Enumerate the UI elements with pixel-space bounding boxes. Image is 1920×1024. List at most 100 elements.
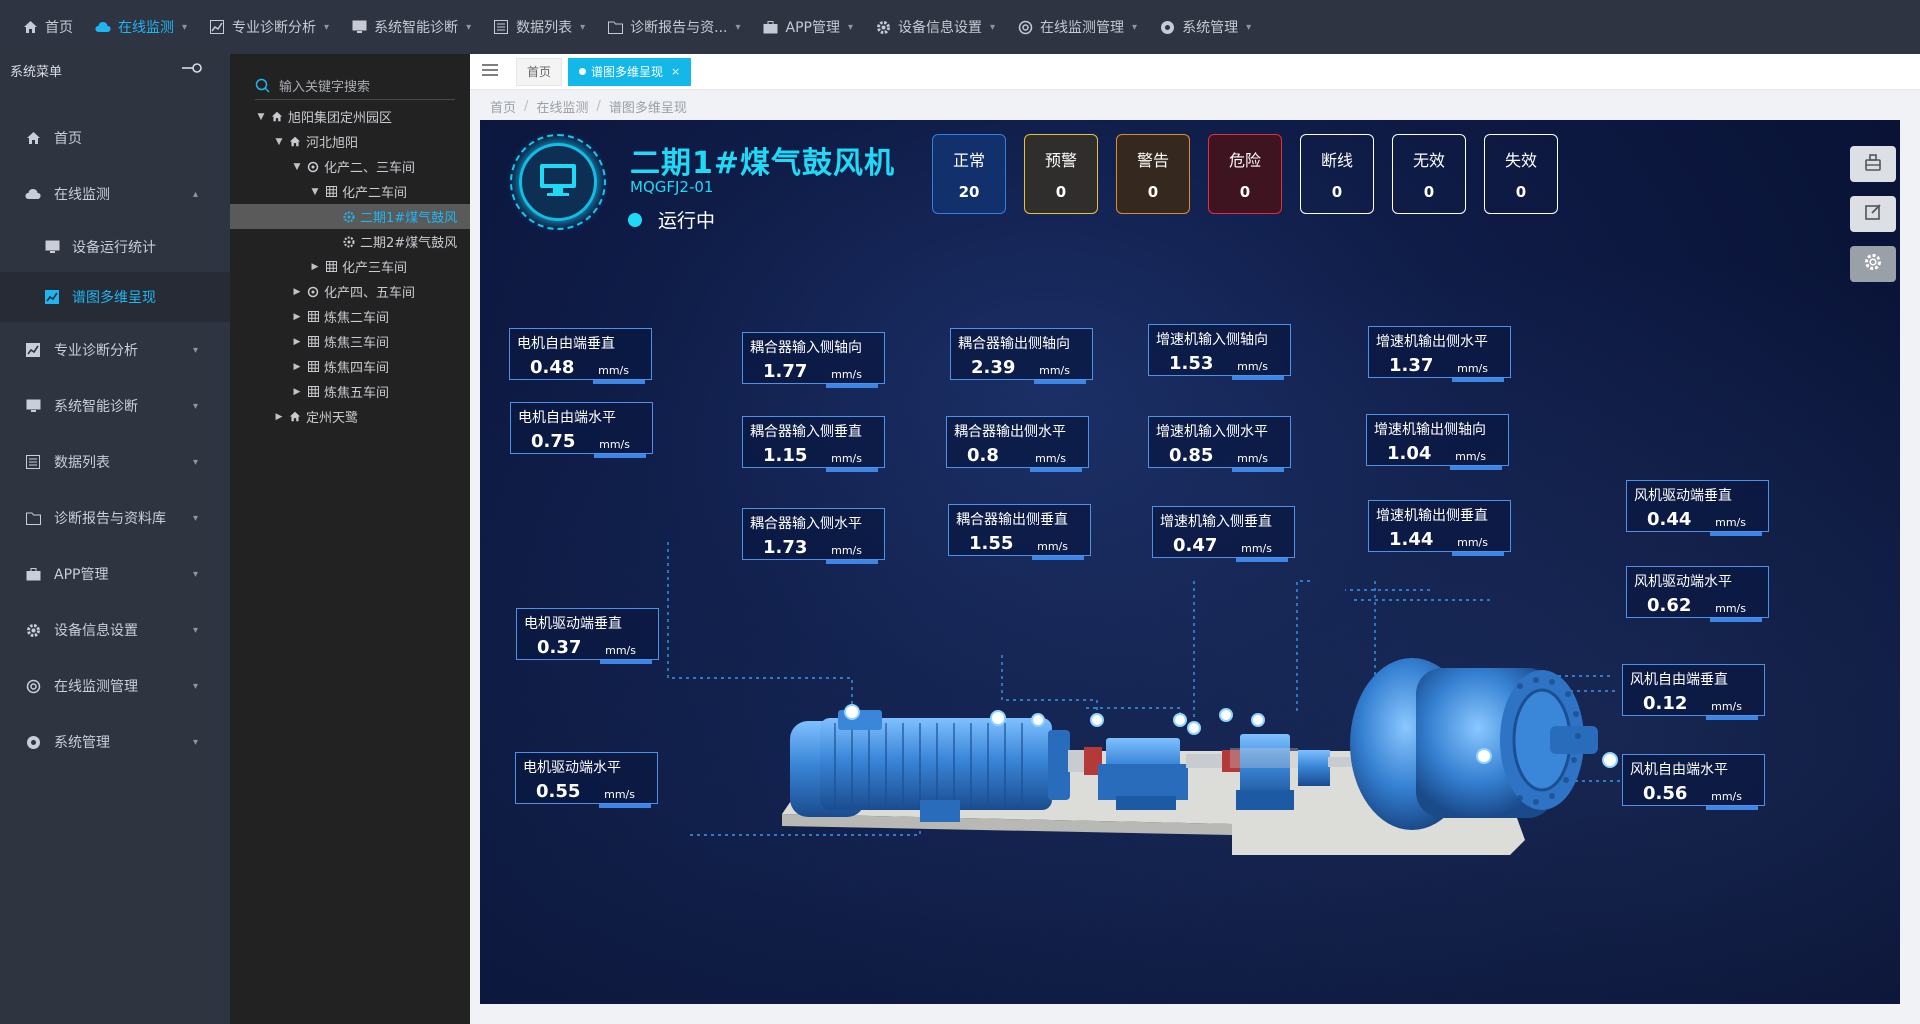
measurement-card[interactable]: 风机自由端垂直 0.12 mm/s [1622, 664, 1765, 720]
measurement-card[interactable]: 风机自由端水平 0.56 mm/s [1622, 754, 1765, 810]
measurement-card[interactable]: 电机自由端垂直 0.48 mm/s [509, 328, 652, 384]
sidebar-item-reports[interactable]: 诊断报告与资料库 ▾ [0, 490, 230, 546]
measurement-card[interactable]: 耦合器输出侧水平 0.8 mm/s [946, 416, 1089, 472]
nav-item-smart-diagnosis[interactable]: 系统智能诊断 ▾ [351, 0, 471, 54]
grid-icon [306, 310, 320, 324]
tree-node-label: 化产二车间 [342, 186, 408, 201]
sidebar-item-online-monitor[interactable]: 在线监测 ▴ [0, 166, 230, 222]
nav-item-system[interactable]: 系统管理 ▾ [1159, 0, 1251, 54]
sidebar-item-spectrum-view[interactable]: 谱图多维呈现 [0, 272, 230, 322]
tree-node[interactable]: ▶ 炼焦五车间 [230, 379, 470, 404]
settings-button[interactable] [1850, 246, 1896, 282]
device-title: 二期1#煤气鼓风机 [630, 146, 896, 181]
caret-down-icon[interactable]: ▼ [255, 112, 267, 122]
tree-node[interactable]: 二期2#煤气鼓风 [230, 229, 470, 254]
caret-right-icon[interactable]: ▶ [291, 362, 303, 372]
measurement-card[interactable]: 耦合器输入侧水平 1.73 mm/s [742, 508, 885, 564]
measurement-unit: mm/s [831, 368, 862, 381]
measurement-card[interactable]: 增速机输入侧水平 0.85 mm/s [1148, 416, 1291, 472]
robot-diagnosis-button[interactable] [1850, 146, 1896, 182]
list-icon [493, 19, 509, 35]
menu-toggle-button[interactable] [470, 54, 510, 90]
caret-right-icon[interactable]: ▶ [309, 262, 321, 272]
settings-icon [24, 677, 42, 695]
measurement-card[interactable]: 风机驱动端垂直 0.44 mm/s [1626, 480, 1769, 536]
tree-node[interactable]: ▼ 旭阳集团定州园区 [230, 104, 470, 129]
measurement-card[interactable]: 耦合器输入侧垂直 1.15 mm/s [742, 416, 885, 472]
measurement-card[interactable]: 耦合器输入侧轴向 1.77 mm/s [742, 332, 885, 388]
tree-node[interactable]: ▼ 河北旭阳 [230, 129, 470, 154]
measurement-card[interactable]: 增速机输出侧水平 1.37 mm/s [1368, 326, 1511, 382]
pin-icon[interactable] [182, 62, 204, 78]
caret-right-icon[interactable]: ▶ [273, 412, 285, 422]
nav-item-monitor-mgmt[interactable]: 在线监测管理 ▾ [1017, 0, 1137, 54]
status-invalid[interactable]: 无效 0 [1392, 134, 1466, 214]
sidebar-item-data-list[interactable]: 数据列表 ▾ [0, 434, 230, 490]
close-icon[interactable]: × [671, 65, 680, 78]
nav-item-device-settings[interactable]: 设备信息设置 ▾ [875, 0, 995, 54]
sidebar-item-system[interactable]: 系统管理 ▾ [0, 714, 230, 770]
sidebar-item-device-stats[interactable]: 设备运行统计 [0, 222, 230, 272]
caret-right-icon[interactable]: ▶ [291, 287, 303, 297]
nav-item-home[interactable]: 首页 [22, 0, 73, 54]
status-count: 0 [1423, 183, 1435, 201]
tab-home[interactable]: 首页 [516, 57, 563, 86]
nav-item-app[interactable]: APP管理 ▾ [763, 0, 853, 54]
tree-node[interactable]: ▶ 炼焦三车间 [230, 329, 470, 354]
sidebar-item-device-settings[interactable]: 设备信息设置 ▾ [0, 602, 230, 658]
tree-node[interactable]: ▶ 化产三车间 [230, 254, 470, 279]
tree-node[interactable]: ▶ 炼焦四车间 [230, 354, 470, 379]
measurement-card[interactable]: 耦合器输出侧垂直 1.55 mm/s [948, 504, 1091, 560]
measurement-card[interactable]: 电机驱动端垂直 0.37 mm/s [516, 608, 659, 664]
tree-node-label: 旭阳集团定州园区 [288, 111, 393, 126]
tree-node[interactable]: ▼ 化产二、三车间 [230, 154, 470, 179]
measurement-card[interactable]: 电机驱动端水平 0.55 mm/s [515, 752, 658, 808]
tree-node[interactable]: ▼ 化产二车间 [230, 179, 470, 204]
sidebar-item-smart-diagnosis[interactable]: 系统智能诊断 ▾ [0, 378, 230, 434]
caret-right-icon[interactable]: ▶ [291, 337, 303, 347]
settings-icon [1017, 19, 1033, 35]
caret-down-icon[interactable]: ▼ [273, 137, 285, 147]
measurement-card[interactable]: 增速机输入侧垂直 0.47 mm/s [1152, 506, 1295, 562]
status-warning[interactable]: 警告 0 [1116, 134, 1190, 214]
tree-node[interactable]: ▶ 化产四、五车间 [230, 279, 470, 304]
measurement-card[interactable]: 电机自由端水平 0.75 mm/s [510, 402, 653, 458]
nav-item-pro-diagnosis[interactable]: 专业诊断分析 ▾ [209, 0, 329, 54]
caret-right-icon[interactable]: ▶ [291, 387, 303, 397]
tree-node[interactable]: ▶ 定州天鹭 [230, 404, 470, 429]
caret-down-icon[interactable]: ▼ [309, 187, 321, 197]
nav-item-reports[interactable]: 诊断报告与资... ▾ [607, 0, 741, 54]
measurement-card[interactable]: 耦合器输出侧轴向 2.39 mm/s [950, 328, 1093, 384]
tree-node[interactable]: ▶ 炼焦二车间 [230, 304, 470, 329]
status-prewarning[interactable]: 预警 0 [1024, 134, 1098, 214]
measurement-card[interactable]: 增速机输出侧轴向 1.04 mm/s [1366, 414, 1509, 470]
measurement-card[interactable]: 增速机输出侧垂直 1.44 mm/s [1368, 500, 1511, 556]
sidebar-item-pro-diagnosis[interactable]: 专业诊断分析 ▾ [0, 322, 230, 378]
status-label: 正常 [952, 151, 985, 170]
status-disconnected[interactable]: 断线 0 [1300, 134, 1374, 214]
measurement-card[interactable]: 增速机输入侧轴向 1.53 mm/s [1148, 324, 1291, 380]
measurement-card[interactable]: 风机驱动端水平 0.62 mm/s [1626, 566, 1769, 622]
status-danger[interactable]: 危险 0 [1208, 134, 1282, 214]
status-label: 警告 [1136, 151, 1169, 170]
sidebar-item-home[interactable]: 首页 [0, 110, 230, 166]
caret-right-icon[interactable]: ▶ [291, 312, 303, 322]
tree-node-selected[interactable]: 二期1#煤气鼓风 [230, 204, 470, 229]
nav-item-online-monitor[interactable]: 在线监测 ▾ [95, 0, 187, 54]
breadcrumb-item[interactable]: 首页 [490, 97, 516, 116]
tab-label: 谱图多维呈现 [591, 65, 664, 79]
breadcrumb-item[interactable]: 在线监测 [536, 97, 588, 116]
sidebar-item-app[interactable]: APP管理 ▾ [0, 546, 230, 602]
sidebar-item-monitor-mgmt[interactable]: 在线监测管理 ▾ [0, 658, 230, 714]
tab-spectrum-view[interactable]: 谱图多维呈现 × [568, 57, 692, 86]
status-normal[interactable]: 正常 20 [932, 134, 1006, 214]
status-failed[interactable]: 失效 0 [1484, 134, 1558, 214]
tree-node-label: 炼焦三车间 [324, 336, 390, 351]
monitor-icon [24, 397, 42, 415]
search-input[interactable]: 输入关键字搜索 [279, 76, 370, 95]
nav-item-data-list[interactable]: 数据列表 ▾ [493, 0, 585, 54]
measurement-unit: mm/s [1457, 362, 1488, 375]
tree-search[interactable]: 输入关键字搜索 [255, 72, 455, 100]
edit-button[interactable] [1850, 196, 1896, 232]
caret-down-icon[interactable]: ▼ [291, 162, 303, 172]
